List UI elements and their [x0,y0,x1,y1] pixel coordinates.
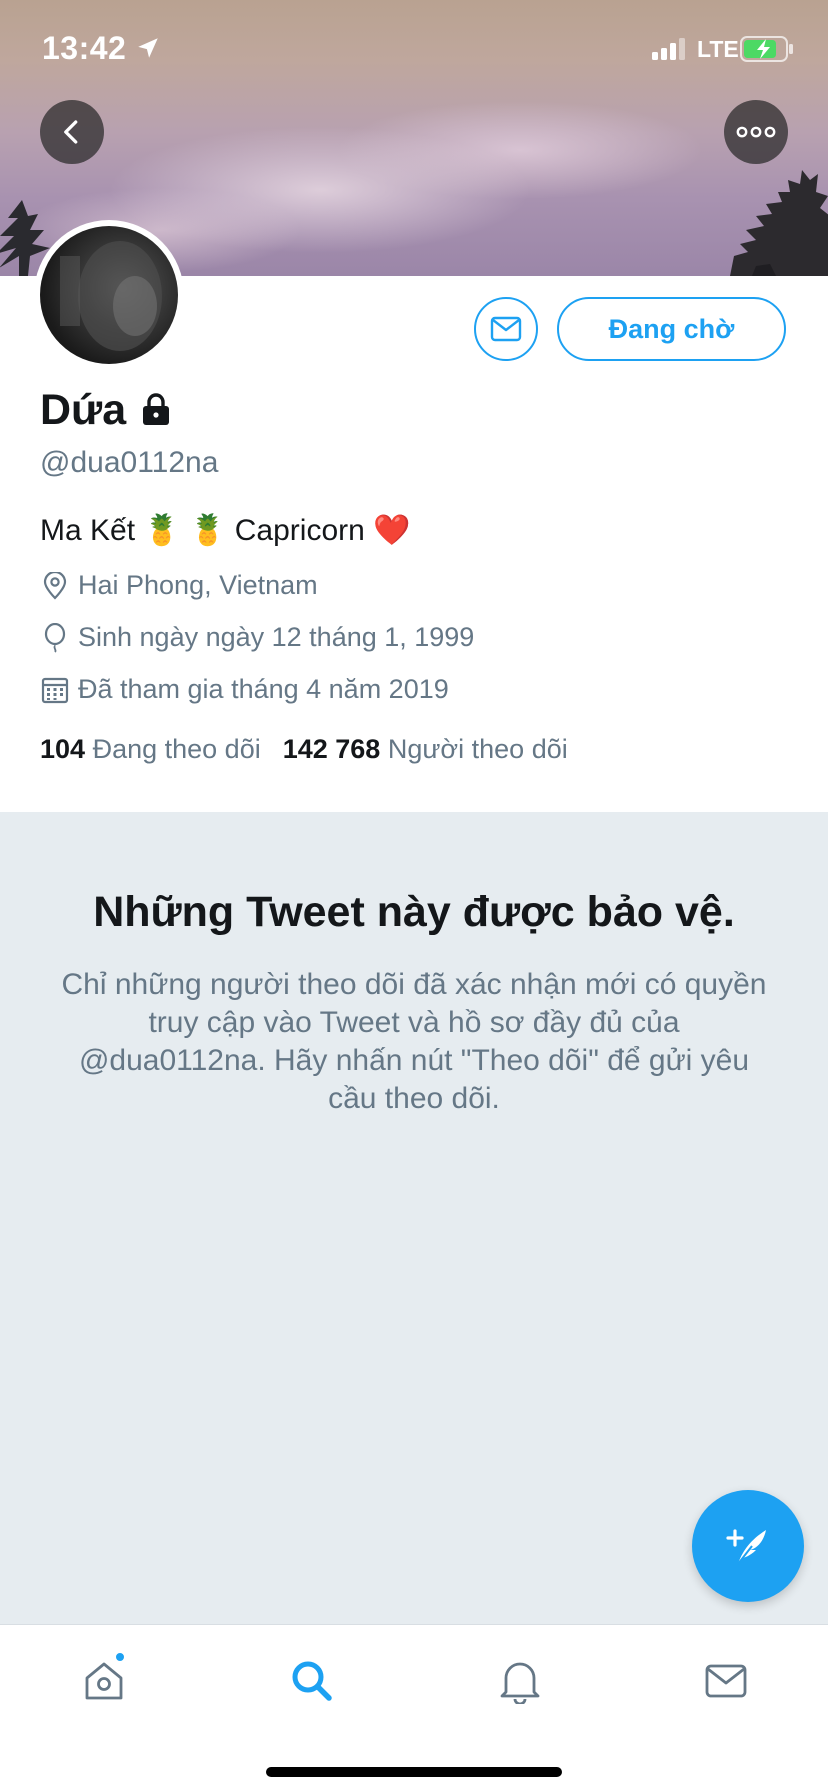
home-indicator[interactable] [266,1767,562,1777]
followers-count: 142 768 [282,734,381,764]
protected-description: Chỉ những người theo dõi đã xác nhận mới… [61,968,767,1115]
signal-icon [652,38,688,65]
following-stat[interactable]: 104 Đang theo dõi [40,734,261,764]
followers-stat[interactable]: 142 768 Người theo dõi [283,734,568,764]
envelope-icon [490,316,522,342]
message-button[interactable] [474,297,538,361]
following-count: 104 [40,734,86,764]
following-label: Đang theo dõi [92,734,261,764]
tab-notifications[interactable] [492,1653,548,1709]
location-arrow-icon [135,35,161,66]
profile-handle: @dua0112na [40,446,219,479]
home-icon [85,1662,123,1700]
status-time: 13:42 [42,30,127,66]
compose-tweet-button[interactable] [692,1490,804,1602]
tab-home[interactable] [76,1651,132,1709]
avatar-image [40,226,178,364]
new-tweets-dot [114,1651,126,1663]
battery-icon [740,36,794,67]
bottom-tab-bar [0,1624,828,1792]
followers-label: Người theo dõi [387,734,568,764]
back-button[interactable] [40,100,104,164]
tree-silhouette-right [730,170,828,276]
lock-icon [140,392,172,431]
status-bar: 13:42 LTE [0,0,828,100]
profile-name-row: Dứa [40,386,172,435]
joined-text: Đã tham gia tháng 4 năm 2019 [78,674,449,704]
follow-stats: 104 Đang theo dõi 142 768 Người theo dõi [40,734,568,765]
avatar[interactable] [34,220,184,370]
protected-tweets-panel: Những Tweet này được bảo vệ. Chỉ những n… [0,812,828,1624]
network-type: LTE [697,36,739,62]
protected-title: Những Tweet này được bảo vệ. [93,888,735,936]
pending-follow-button[interactable]: Đang chờ [557,297,786,361]
profile-birthday: Sinh ngày ngày 12 tháng 1, 1999 [40,622,474,653]
birthday-text: Sinh ngày ngày 12 tháng 1, 1999 [78,622,475,652]
more-options-button[interactable] [724,100,788,164]
profile-location: Hai Phong, Vietnam [40,570,318,601]
profile-joined: Đã tham gia tháng 4 năm 2019 [40,674,449,705]
location-text: Hai Phong, Vietnam [78,570,318,600]
bell-icon [500,1662,540,1704]
calendar-icon [40,675,70,705]
chevron-left-icon [64,120,78,144]
envelope-icon [705,1664,747,1698]
compose-tweet-icon [726,1529,766,1565]
tab-messages[interactable] [698,1653,754,1709]
profile-bio: Ma Kết 🍍 🍍 Capricorn ❤️ [40,514,411,547]
search-icon [292,1661,332,1701]
tab-search[interactable] [284,1653,340,1709]
balloon-icon [40,622,70,653]
more-horizontal-icon [736,126,776,138]
display-name: Dứa [40,386,127,434]
location-pin-icon [40,571,70,601]
